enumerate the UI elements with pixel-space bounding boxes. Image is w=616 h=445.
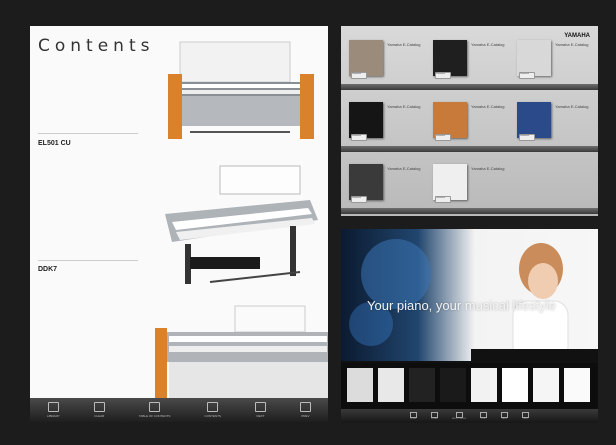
- promo-toolbar-button-clear[interactable]: Clear: [430, 412, 438, 420]
- promo-headline: Your piano, your musical lifestyle: [367, 298, 556, 313]
- promo-toolbar-label: Home: [410, 418, 417, 420]
- catalog-title: Yamaha E-Catalog: [555, 104, 589, 109]
- promo-banner[interactable]: Your piano, your musical lifestyle: [341, 229, 598, 361]
- catalog-cover[interactable]: [433, 164, 467, 200]
- entry-label-el501[interactable]: EL501 CU: [38, 140, 71, 147]
- download-button[interactable]: Download: [435, 134, 451, 141]
- shelf-row: Yamaha E-Catalog Download Yamaha E-Catalog…: [341, 94, 598, 152]
- thumbnail[interactable]: [502, 368, 528, 402]
- thumbnail[interactable]: [378, 368, 404, 402]
- contents-toolbar: Library Clear Table of Contents Contents Nex…: [30, 398, 328, 422]
- catalog-info: Yamaha E-Catalog: [471, 42, 505, 47]
- organ-third-image[interactable]: [155, 302, 328, 402]
- promo-toolbar-button-help[interactable]: Help: [501, 412, 509, 420]
- toolbar-button-table-of-contents[interactable]: Table of Contents: [138, 402, 171, 418]
- toolbar-button-label: Table of Contents: [138, 414, 171, 418]
- thumbnail[interactable]: [440, 368, 466, 402]
- thumbnail[interactable]: [533, 368, 559, 402]
- download-button[interactable]: Download: [435, 196, 451, 203]
- catalog-title: Yamaha E-Catalog: [471, 42, 505, 47]
- catalog-info: Yamaha E-Catalog: [387, 104, 421, 109]
- catalog-info: Yamaha E-Catalog: [387, 42, 421, 47]
- thumbnail-strip: [341, 363, 598, 409]
- catalog-title: Yamaha E-Catalog: [471, 104, 505, 109]
- toolbar-button-label: Next: [256, 414, 265, 418]
- prev-icon: [299, 402, 311, 412]
- catalog-cover[interactable]: [349, 40, 383, 76]
- toolbar-button-label: Clear: [94, 414, 105, 418]
- toolbar-button-label: Contents: [204, 414, 221, 418]
- download-button[interactable]: Download: [519, 134, 535, 141]
- thumbnail[interactable]: [347, 368, 373, 402]
- download-button[interactable]: Download: [351, 72, 367, 79]
- divider: [38, 260, 138, 261]
- catalog-cover[interactable]: [349, 164, 383, 200]
- contents-icon: [207, 402, 219, 412]
- catalog-info: Yamaha E-Catalog: [471, 104, 505, 109]
- shelf-row: Yamaha E-Catalog Download Yamaha E-Catalog…: [341, 32, 598, 90]
- catalog-cover[interactable]: [433, 40, 467, 76]
- star-icon: [93, 402, 105, 412]
- toc-icon: [149, 402, 161, 412]
- toolbar-button-next[interactable]: Next: [254, 402, 266, 418]
- organ-ddk7-image[interactable]: [150, 162, 320, 287]
- thumbnail[interactable]: [471, 368, 497, 402]
- toolbar-button-label: Library: [47, 414, 60, 418]
- catalog-info: Yamaha E-Catalog: [555, 42, 589, 47]
- thumbnail[interactable]: [564, 368, 590, 402]
- toolbar-button-prev[interactable]: Prev: [299, 402, 311, 418]
- catalog-info: Yamaha E-Catalog: [387, 166, 421, 171]
- download-button[interactable]: Download: [519, 72, 535, 79]
- catalog-title: Yamaha E-Catalog: [387, 104, 421, 109]
- shelf-row: Yamaha E-Catalog Download Yamaha E-Catalog…: [341, 156, 598, 214]
- next-icon: [254, 402, 266, 412]
- catalog-info: Yamaha E-Catalog: [555, 104, 589, 109]
- organ-el501-image[interactable]: [160, 34, 320, 144]
- promo-toolbar-label: Flip: [481, 418, 486, 420]
- library-icon: [47, 402, 59, 412]
- toolbar-button-library[interactable]: Library: [47, 402, 60, 418]
- catalog-info: Yamaha E-Catalog: [471, 166, 505, 171]
- promo-toolbar-button-home[interactable]: Home: [409, 412, 417, 420]
- catalog-cover[interactable]: [349, 102, 383, 138]
- download-button[interactable]: Download: [351, 196, 367, 203]
- woman-piano-photo: [349, 239, 598, 361]
- promo-toolbar-label: Help: [502, 418, 508, 420]
- promo-toolbar-label: Clear: [431, 418, 438, 420]
- promo-toolbar-button-flip[interactable]: Flip: [480, 412, 488, 420]
- bookshelf-screen: YAMAHA Yamaha E-Catalog Download Yamaha E-…: [341, 26, 598, 216]
- catalog-title: Yamaha E-Catalog: [387, 42, 421, 47]
- download-button[interactable]: Download: [351, 134, 367, 141]
- promo-toolbar-button-select-mode[interactable]: Select Mode: [452, 412, 466, 420]
- promo-toolbar: Home Clear Select Mode Flip Help Info: [341, 409, 598, 423]
- catalog-cover[interactable]: [517, 102, 551, 138]
- download-button[interactable]: Download: [435, 72, 451, 79]
- promo-toolbar-label: Select Mode: [451, 418, 467, 420]
- promo-screen: Your piano, your musical lifestyle Home C…: [341, 229, 598, 423]
- entry-label-ddk7[interactable]: DDK7: [38, 266, 57, 273]
- toolbar-button-contents[interactable]: Contents: [204, 402, 221, 418]
- thumbnail[interactable]: [409, 368, 435, 402]
- toolbar-button-clear[interactable]: Clear: [93, 402, 105, 418]
- divider: [38, 133, 138, 134]
- catalog-title: Yamaha E-Catalog: [471, 166, 505, 171]
- catalog-title: Yamaha E-Catalog: [387, 166, 421, 171]
- page-title: Contents: [38, 36, 155, 56]
- catalog-cover[interactable]: [517, 40, 551, 76]
- promo-toolbar-button-info[interactable]: Info: [522, 412, 530, 420]
- toolbar-button-label: Prev: [301, 414, 310, 418]
- promo-toolbar-label: Info: [523, 418, 529, 420]
- catalog-title: Yamaha E-Catalog: [555, 42, 589, 47]
- catalog-cover[interactable]: [433, 102, 467, 138]
- contents-screen: Contents EL501 CU DDK7 Library Clear Table…: [30, 26, 328, 422]
